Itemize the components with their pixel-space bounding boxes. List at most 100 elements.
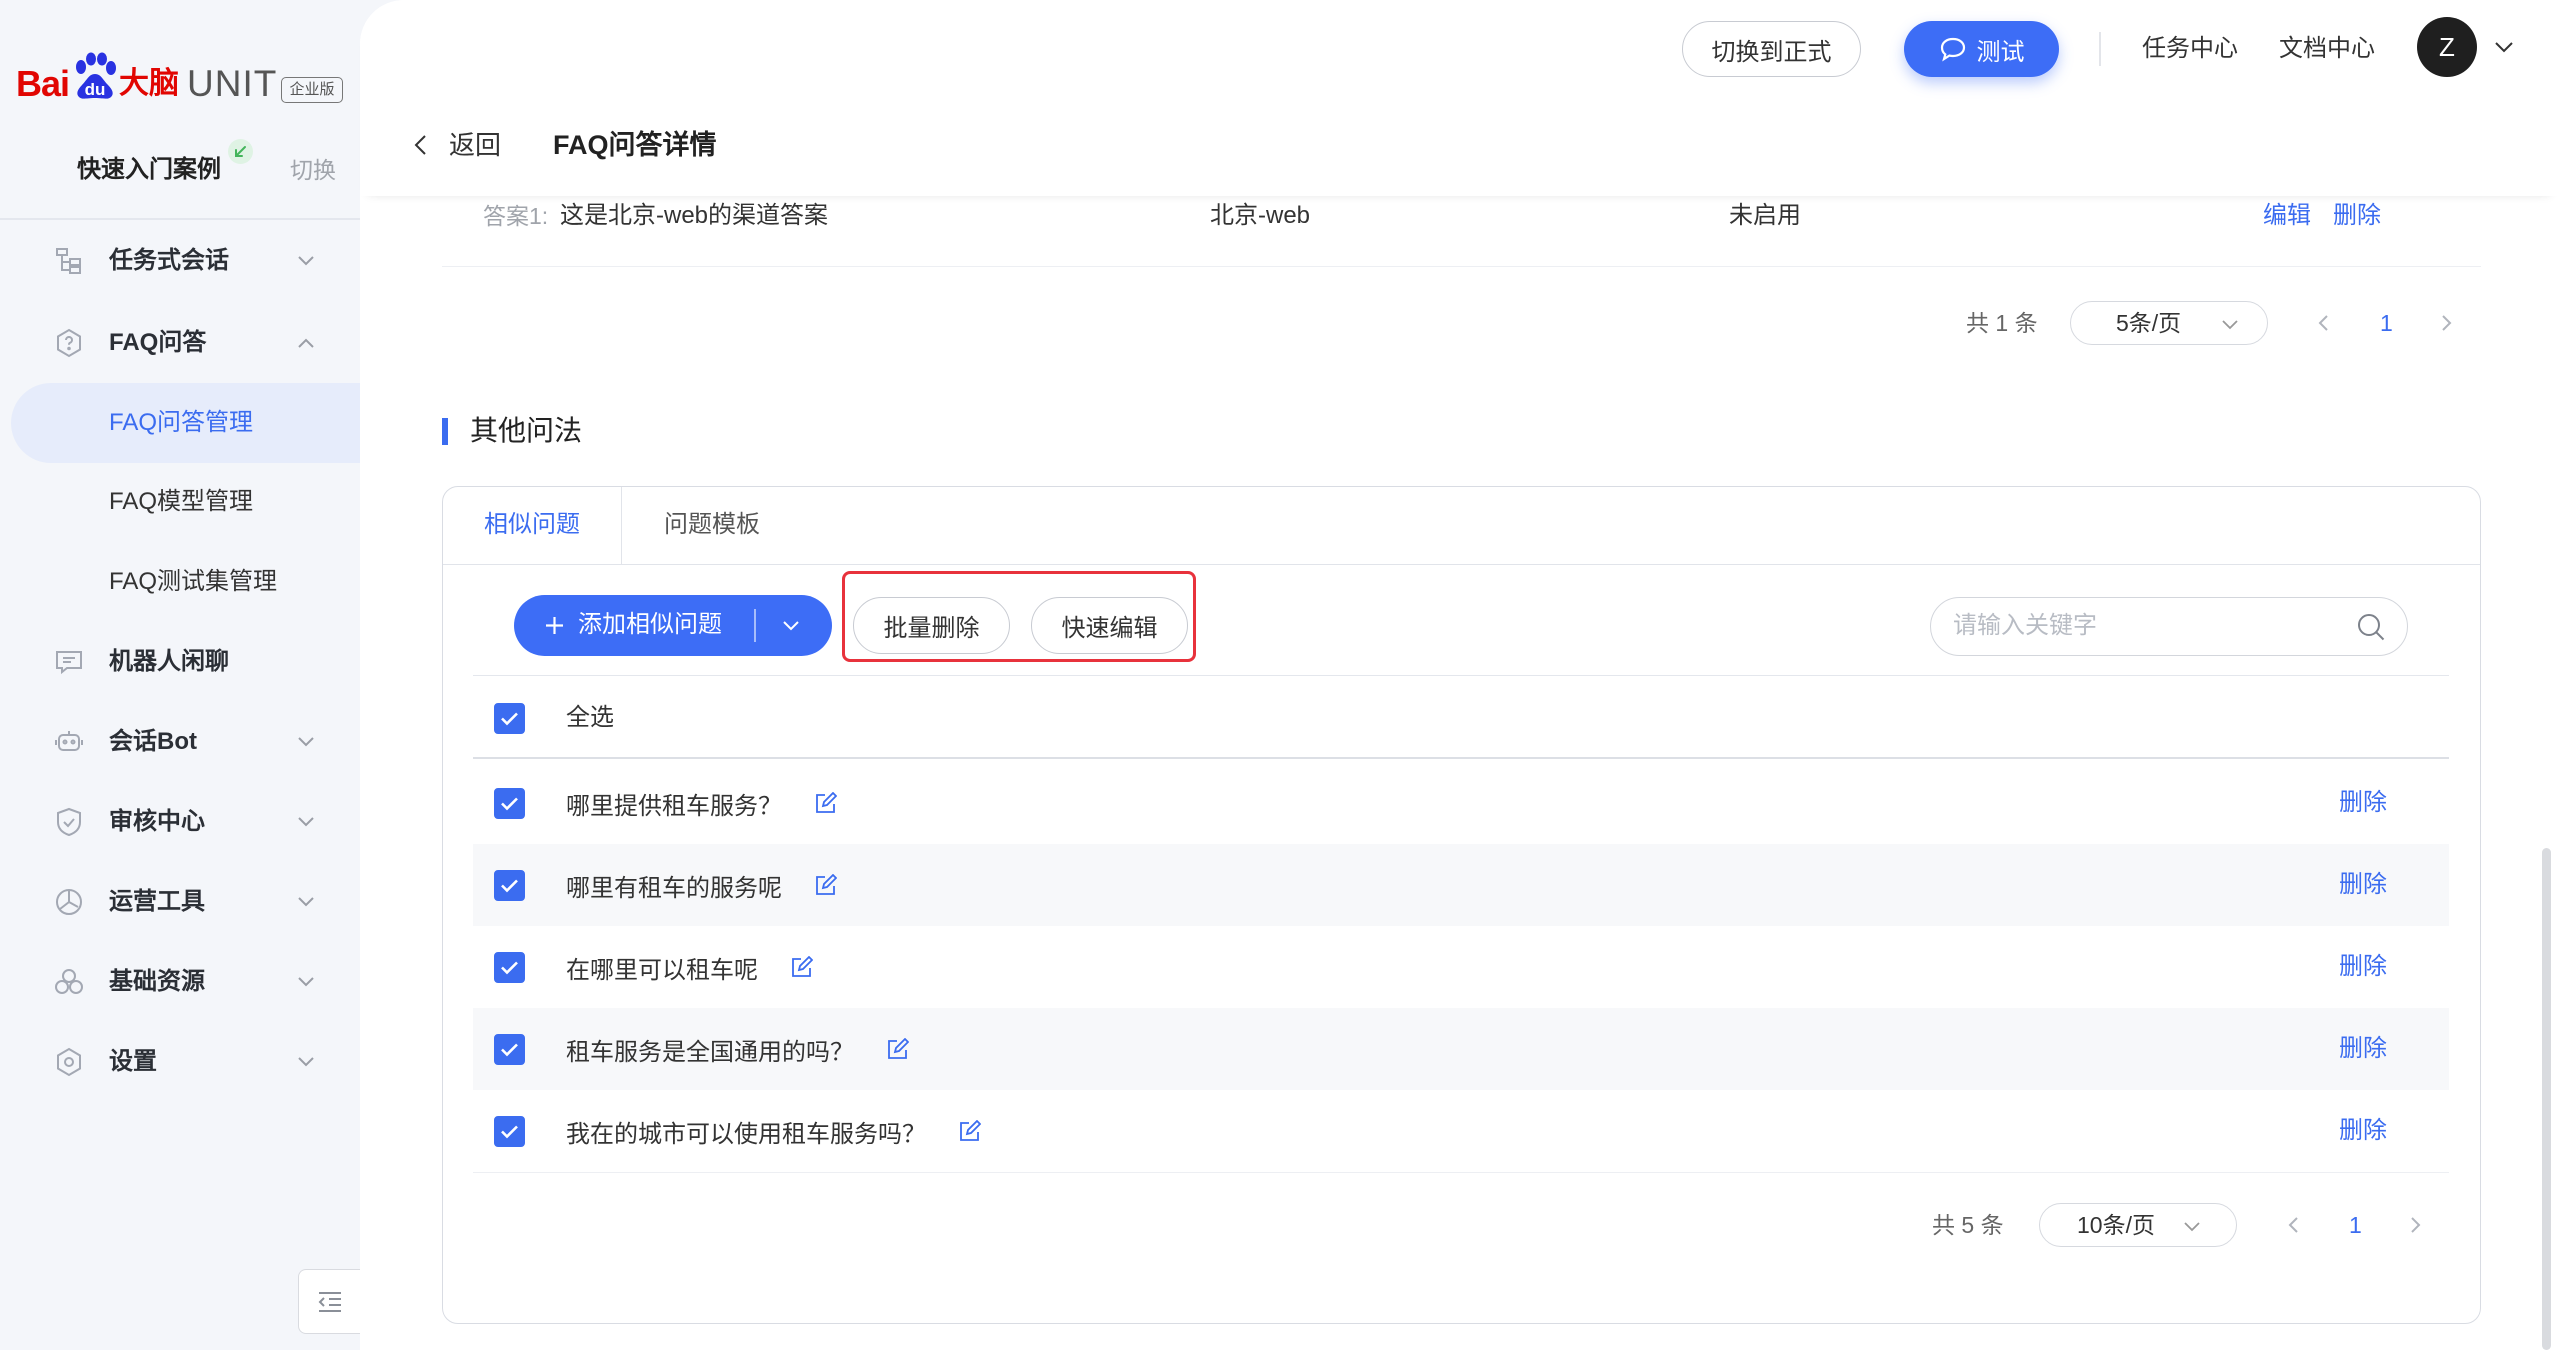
row-checkbox[interactable] xyxy=(494,788,525,819)
page-size-select[interactable]: 10条/页 xyxy=(2039,1203,2237,1247)
back-link[interactable]: 返回 xyxy=(449,125,501,165)
sidebar-item-faq-management[interactable]: FAQ问答管理 xyxy=(0,383,360,463)
sidebar-item-label: 会话Bot xyxy=(109,728,197,755)
chevron-down-icon xyxy=(297,736,315,748)
sidebar-item-settings[interactable]: 设置 xyxy=(0,1022,360,1102)
question-text: 哪里提供租车服务？ xyxy=(566,792,782,820)
search-input[interactable] xyxy=(1953,606,2333,646)
prev-page-icon[interactable] xyxy=(2318,314,2329,332)
edit-icon[interactable] xyxy=(886,1037,909,1061)
sidebar-item-base-resources[interactable]: 基础资源 xyxy=(0,942,360,1022)
logo-du: du xyxy=(84,80,106,99)
sidebar: Bai du 大脑 UNIT 企业版 快速入门案例 切换 任务式会话 FAQ问答… xyxy=(0,0,360,1350)
doc-center-link[interactable]: 文档中心 xyxy=(2279,29,2375,69)
task-dialog-icon xyxy=(53,245,85,277)
chevron-down-icon xyxy=(297,255,315,267)
next-page-icon[interactable] xyxy=(2441,314,2452,332)
row-delete-link[interactable]: 删除 xyxy=(2339,947,2387,987)
quick-edit-button[interactable]: 快速编辑 xyxy=(1031,597,1188,654)
sidebar-item-faq-testset-management[interactable]: FAQ测试集管理 xyxy=(0,542,360,622)
current-page[interactable]: 1 xyxy=(2380,303,2393,343)
sidebar-item-chitchat[interactable]: 机器人闲聊 xyxy=(0,622,360,702)
question-text: 我在的城市可以使用租车服务吗？ xyxy=(566,1120,926,1148)
answer-channel: 北京-web xyxy=(1210,202,1311,229)
case-name: 快速入门案例 xyxy=(77,156,221,183)
logo-danao: 大脑 xyxy=(119,67,179,100)
row-delete-link[interactable]: 删除 xyxy=(2339,1111,2387,1151)
prev-page-icon[interactable] xyxy=(2288,1216,2299,1234)
base-resource-icon xyxy=(53,966,85,998)
switch-to-formal-button[interactable]: 切换到正式 xyxy=(1682,21,1861,77)
sidebar-item-audit-center[interactable]: 审核中心 xyxy=(0,782,360,862)
quick-edit-label: 快速编辑 xyxy=(1061,615,1158,642)
row-delete-link[interactable]: 删除 xyxy=(2339,783,2387,823)
batch-delete-button[interactable]: 批量删除 xyxy=(853,597,1010,654)
question-text: 在哪里可以租车呢 xyxy=(566,956,758,984)
test-button[interactable]: 测试 xyxy=(1904,21,2059,77)
sidebar-item-task-dialog[interactable]: 任务式会话 xyxy=(0,221,360,301)
add-similar-question-button[interactable]: 添加相似问题 xyxy=(514,595,832,656)
switch-to-formal-label: 切换到正式 xyxy=(1711,38,1832,66)
sidebar-divider xyxy=(0,218,360,220)
chevron-up-icon xyxy=(297,337,315,349)
answer-edit-link[interactable]: 编辑 xyxy=(2263,196,2311,236)
row-checkbox[interactable] xyxy=(494,870,525,901)
row-delete-link[interactable]: 删除 xyxy=(2339,1029,2387,1069)
select-all-checkbox[interactable] xyxy=(494,703,525,734)
sidebar-item-operation-tools[interactable]: 运营工具 xyxy=(0,862,360,942)
test-label: 测试 xyxy=(1976,38,2025,66)
page-size-select[interactable]: 5条/页 xyxy=(2070,301,2268,345)
row-checkbox[interactable] xyxy=(494,952,525,983)
tabs-divider xyxy=(443,564,2480,565)
scrollbar[interactable] xyxy=(2542,848,2551,1350)
robot-icon xyxy=(53,726,85,758)
question-row: 哪里有租车的服务呢 删除 xyxy=(473,844,2449,926)
chevron-down-icon xyxy=(2221,319,2239,330)
row-checkbox[interactable] xyxy=(494,1116,525,1147)
tab-question-templates[interactable]: 问题模板 xyxy=(664,505,760,545)
page-title: FAQ问答详情 xyxy=(553,130,717,160)
sidebar-item-label: 任务式会话 xyxy=(109,247,229,274)
back-chevron-icon[interactable] xyxy=(413,134,427,156)
edit-icon[interactable] xyxy=(814,873,837,897)
tab-separator xyxy=(621,487,622,564)
avatar[interactable]: Z xyxy=(2417,17,2477,77)
topbar-divider xyxy=(2099,32,2101,66)
section-title: 其他问法 xyxy=(470,415,583,446)
sidebar-item-label: 基础资源 xyxy=(109,968,205,995)
next-page-icon[interactable] xyxy=(2410,1216,2421,1234)
account-chevron-down-icon[interactable] xyxy=(2494,41,2514,54)
row-delete-link[interactable]: 删除 xyxy=(2339,865,2387,905)
sidebar-item-faq[interactable]: FAQ问答 xyxy=(0,303,360,383)
page-size-value: 10条/页 xyxy=(2077,1212,2155,1238)
answer-delete-link[interactable]: 删除 xyxy=(2333,196,2381,236)
sidebar-item-label: 机器人闲聊 xyxy=(109,648,229,675)
sidebar-item-label: 审核中心 xyxy=(109,808,205,835)
row-checkbox[interactable] xyxy=(494,1034,525,1065)
search-icon[interactable] xyxy=(2355,611,2387,643)
chevron-down-icon xyxy=(297,1056,315,1068)
collapse-sidebar-button[interactable] xyxy=(298,1269,360,1334)
sidebar-item-dialog-bot[interactable]: 会话Bot xyxy=(0,702,360,782)
sidebar-item-faq-model-management[interactable]: FAQ模型管理 xyxy=(0,462,360,542)
edit-icon[interactable] xyxy=(958,1119,981,1143)
edit-icon[interactable] xyxy=(790,955,813,979)
switch-case-link[interactable]: 切换 xyxy=(290,150,336,190)
tab-similar-questions[interactable]: 相似问题 xyxy=(484,505,580,545)
chevron-down-icon xyxy=(297,976,315,988)
add-options-chevron-down-icon[interactable] xyxy=(782,620,800,631)
faq-icon xyxy=(53,327,85,359)
sidebar-item-label: FAQ问答管理 xyxy=(109,409,254,436)
current-page[interactable]: 1 xyxy=(2349,1205,2362,1245)
sidebar-item-label: FAQ模型管理 xyxy=(109,488,254,515)
collapse-sidebar-icon xyxy=(316,1289,344,1315)
edit-icon[interactable] xyxy=(814,791,837,815)
plus-icon xyxy=(545,616,564,635)
split-divider xyxy=(754,609,756,642)
pagination-total: 共 5 条 xyxy=(1932,1212,2004,1238)
case-shortcut-icon[interactable] xyxy=(228,139,253,164)
settings-icon xyxy=(53,1046,85,1078)
task-center-link[interactable]: 任务中心 xyxy=(2142,29,2238,69)
logo-unit: UNIT xyxy=(187,63,278,104)
search-box xyxy=(1930,597,2408,656)
